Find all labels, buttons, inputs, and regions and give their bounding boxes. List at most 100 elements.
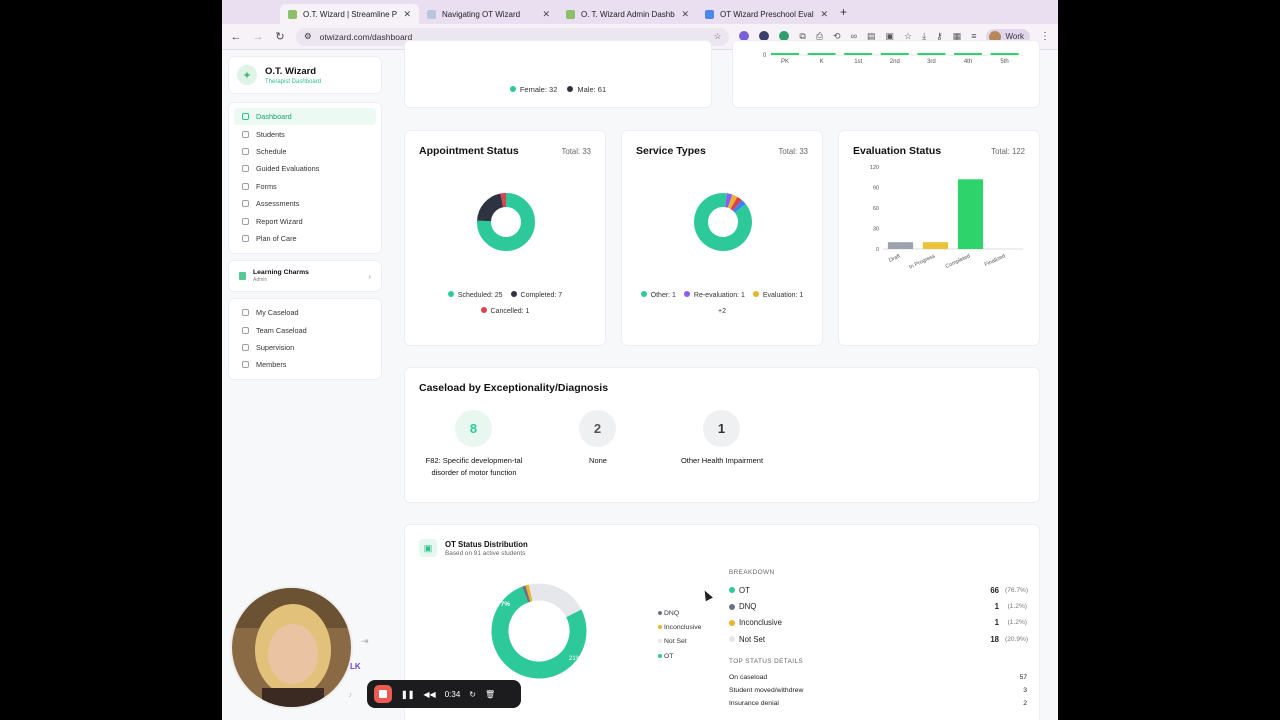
forward-icon[interactable]: → [252,31,264,43]
reload-icon[interactable]: ↻ [274,30,286,43]
donut-slice [528,583,582,618]
bell-icon[interactable]: ♪ [348,690,352,699]
caseload-count-ohi: 1 [703,410,740,447]
service-legend: Other: 1 Re-evaluation: 1 Evaluation: 1 … [636,288,808,320]
sidebar-item-students[interactable]: Students [234,125,376,142]
grade-tick-label: 4th [964,59,972,65]
close-tab-icon[interactable]: ✕ [542,9,550,20]
legend-item-scheduled: Scheduled: 25 [447,291,503,299]
webcam-badge: LK [350,662,361,671]
y-tick-label: 60 [873,206,879,212]
sidebar: ✦ O.T. Wizard Therapist Dashboard Dashbo… [228,56,382,380]
browser-menu-icon[interactable]: ⋮ [1040,31,1050,42]
grade-bar [880,53,909,55]
evaluation-status-card: Evaluation Status Total: 122 0 30 60 90 120 D… [838,130,1040,346]
breakdown-panel: BREAKDOWN OT 66 (76.7%) DNQ 1 (1.2%) Inconcl… [729,569,1028,710]
breakdown-row-ot: OT 66 (76.7%) [729,582,1028,598]
sidebar-item-schedule[interactable]: Schedule [234,143,376,160]
pause-icon[interactable]: ❚❚ [401,690,414,699]
caseload-count-f82: 8 [455,410,492,447]
stop-recording-button[interactable] [374,685,392,703]
gender-legend: Female: 32 Male: 61 [405,85,711,94]
ot-status-donut: 77% 21% [491,583,587,679]
browser-tab-1[interactable]: O.T. Wizard | Streamline Pedi ✕ [280,4,419,24]
evaluation-chart-marks: 0 30 60 90 120 Draft In Progress Completed Final… [870,165,1023,271]
sidebar-item-forms[interactable]: Forms [234,178,376,195]
pct-label-ot: 77% [497,601,510,608]
y-tick-label: 90 [873,186,879,192]
breakdown-row-dnq: DNQ 1 (1.2%) [729,598,1027,614]
browser-tab-4[interactable]: OT Wizard Preschool Evaluati ✕ [697,4,836,24]
grade-axis-zero: 0 [763,53,767,59]
sidebar-item-assessments[interactable]: Assessments [234,195,376,212]
legend-item-other: Other: 1 [640,291,676,299]
caseload-label-ohi: Other Health Impairment [680,456,764,465]
docs-favicon-icon [705,9,714,19]
sidebar-item-supervision[interactable]: Supervision [234,339,376,356]
ot-status-donut-slices [491,583,587,679]
close-tab-icon[interactable]: ✕ [403,9,411,20]
sidebar-item-plan-of-care[interactable]: Plan of Care [234,230,376,247]
bar-completed [957,179,984,249]
sidebar-item-team-caseload[interactable]: Team Caseload [234,322,376,339]
restart-icon[interactable]: ↻ [469,690,476,699]
recording-timer: 0:34 [444,689,461,699]
grade-card: 0 PK K 1st 2nd 3rd 4th 5th [732,40,1040,108]
brand-header[interactable]: ✦ O.T. Wizard Therapist Dashboard [228,56,382,94]
grade-tick-label: 5th [1000,59,1008,65]
stop-icon [379,690,387,698]
legend-item-cancelled: Cancelled: 1 [480,307,529,315]
browser-tab-3[interactable]: O. T. Wizard Admin Dashboa ✕ [558,4,697,24]
sidebar-item-report-wizard[interactable]: Report Wizard [234,212,376,229]
grade-bar [954,53,982,55]
wizard-logo-icon: ✦ [237,65,257,85]
presenter-photo [232,588,351,707]
clipboard-icon [242,165,249,173]
sidebar-item-dashboard[interactable]: Dashboard [234,108,376,126]
donut-slice [727,194,738,210]
team-icon [242,326,249,334]
new-tab-icon[interactable]: + [840,5,847,19]
sidebar-item-members[interactable]: Members [234,356,376,373]
dashboard-page: ✦ O.T. Wizard Therapist Dashboard Dashbo… [222,40,1058,720]
x-tick-label: Finalized [984,253,1006,268]
grade-bar [771,53,799,55]
donut-slice [724,193,733,208]
sidebar-item-guided-evaluations[interactable]: Guided Evaluations [234,160,376,177]
recording-controls: ❚❚ ◀◀ 0:34 ↻ 🗑 [367,680,521,708]
logout-icon[interactable]: ⇥ [361,636,369,647]
donut-slice [730,196,742,211]
legend-dot [509,86,516,92]
caseload-card: Caseload by Exceptionality/Diagnosis 8 F… [404,367,1040,503]
grade-tick-label: 2nd [890,59,900,65]
tab-bar: O.T. Wizard | Streamline Pedi ✕ Navigati… [222,0,1058,24]
site-info-icon[interactable]: ⚙ [304,31,312,42]
team-nav: My Caseload Team Caseload Supervision Me… [228,298,382,380]
browser-window: O.T. Wizard | Streamline Pedi ✕ Navigati… [222,0,1058,720]
legend-item-completed: Completed: 7 [510,291,562,299]
close-tab-icon[interactable]: ✕ [681,9,689,20]
breakdown-row-not-set: Not Set 18 (20.9%) [729,631,1028,647]
caseload-label-f82: F82: Specific developmen-tal disorder of… [425,456,523,477]
grade-bar-chart: 0 PK K 1st 2nd 3rd 4th 5th [763,53,1023,65]
flask-icon [242,200,249,208]
grade-tick-label: PK [781,59,789,65]
sidebar-item-my-caseload[interactable]: My Caseload [234,304,376,321]
rewind-icon[interactable]: ◀◀ [423,690,435,699]
y-tick-label: 120 [870,165,879,171]
org-switcher[interactable]: Learning Charms Admin › [228,260,382,293]
x-tick-label: In Progress [908,253,936,270]
close-tab-icon[interactable]: ✕ [820,9,828,20]
delete-recording-icon[interactable]: 🗑 [485,690,495,699]
browser-tab-2[interactable]: Navigating OT Wizard ✕ [419,4,558,24]
building-icon [239,272,246,281]
legend-more[interactable]: +2 [718,308,726,315]
shield-icon [242,344,249,352]
x-tick-label: Draft [888,253,902,264]
back-icon[interactable]: ← [230,31,242,43]
appointment-donut-slices [477,193,535,251]
bookmark-star-icon[interactable]: ☆ [714,31,722,42]
members-icon [242,361,249,369]
evaluation-bar-chart: 0 30 60 90 120 Draft In Progress Completed Final… [870,165,1023,271]
webcam-bubble[interactable] [230,586,353,709]
